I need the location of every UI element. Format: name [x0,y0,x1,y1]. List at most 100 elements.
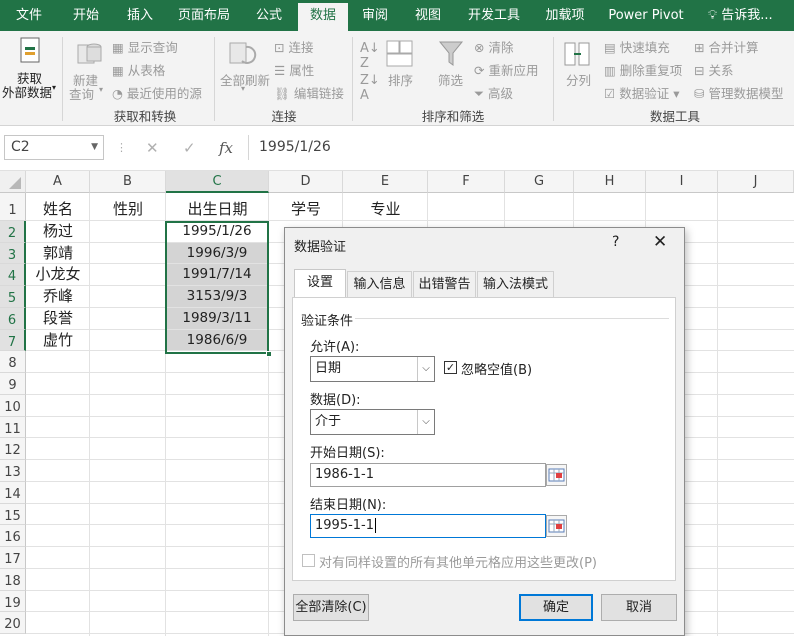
row-header[interactable]: 16 [0,525,26,547]
row-header[interactable]: 1 [0,193,26,221]
column-header[interactable]: C [166,171,269,193]
tab-power-pivot[interactable]: Power Pivot [600,0,692,31]
filter-button[interactable]: 筛选 [438,70,463,89]
edit-links-button[interactable]: ⛓ 编辑链接 [274,83,344,102]
sort-za-icon[interactable]: Z↓ A [360,73,380,103]
consolidate-button[interactable]: ⊞ 合并计算 [694,37,758,56]
manage-data-model-button[interactable]: ⛁ 管理数据模型 [694,83,783,102]
row-header[interactable]: 7 [0,329,26,352]
properties-button[interactable]: ☰ 属性 [274,60,314,79]
row-header[interactable]: 2 [0,220,26,243]
row-header[interactable]: 12 [0,438,26,460]
header-cell[interactable]: 专业 [343,196,428,224]
show-queries-button[interactable]: ▦ 显示查询 [112,37,178,56]
tab-insert[interactable]: 插入 [114,0,166,31]
range-select-icon[interactable] [546,515,567,537]
recent-sources-button[interactable]: ◔ 最近使用的源 [112,83,202,102]
tab-error-alert[interactable]: 出错警告 [413,271,476,297]
row-header[interactable]: 6 [0,307,26,330]
clear-filter-button[interactable]: ⊗ 清除 [474,37,513,56]
date-cell[interactable]: 1995/1/26 [166,220,268,242]
tab-review[interactable]: 审阅 [350,0,400,31]
row-header[interactable]: 14 [0,481,26,504]
row-header[interactable]: 9 [0,373,26,395]
help-icon[interactable]: ? [612,234,619,250]
column-header[interactable]: I [646,171,718,193]
tab-settings[interactable]: 设置 [294,269,346,298]
tab-developer[interactable]: 开发工具 [458,0,530,31]
row-header[interactable]: 3 [0,242,26,265]
header-cell[interactable]: 性别 [90,196,166,224]
advanced-filter-button[interactable]: ⏷ 高级 [474,83,513,102]
tab-file[interactable]: 文件 [0,0,58,31]
row-header[interactable]: 20 [0,612,26,634]
flash-fill-button[interactable]: ▤ 快速填充 [604,37,670,56]
row-header[interactable]: 17 [0,547,26,569]
name-cell[interactable]: 郭靖 [26,243,90,264]
get-external-data-label-2[interactable]: 外部数据 [2,82,52,101]
ignore-blank-checkbox[interactable]: ✓ [444,361,457,374]
row-header[interactable]: 11 [0,416,26,439]
tab-page-layout[interactable]: 页面布局 [166,0,242,31]
column-header[interactable]: E [343,171,428,193]
date-cell[interactable]: 1989/3/11 [166,307,268,329]
reapply-button[interactable]: ⟳ 重新应用 [474,60,538,79]
range-select-icon[interactable] [546,464,567,486]
tab-data[interactable]: 数据 [298,3,348,31]
formula-input[interactable]: 1995/1/26 [248,135,794,160]
start-date-input[interactable]: 1986-1-1 [310,463,546,487]
column-header[interactable]: G [505,171,574,193]
column-header[interactable]: A [26,171,90,193]
data-operator-select[interactable]: 介于 ⌵ [310,409,435,435]
row-header[interactable]: 19 [0,590,26,613]
tab-input-message[interactable]: 输入信息 [347,271,412,297]
end-date-input[interactable]: 1995-1-1 [310,514,546,538]
column-header[interactable]: D [269,171,343,193]
ok-button[interactable]: 确定 [519,594,593,621]
tab-formulas[interactable]: 公式 [242,0,296,31]
tab-view[interactable]: 视图 [402,0,454,31]
name-box[interactable]: C2 ▼ [4,135,104,160]
column-header[interactable]: J [718,171,794,193]
chevron-down-icon[interactable]: ▼ [91,136,98,159]
header-cell[interactable]: 学号 [269,196,343,224]
name-cell[interactable]: 虚竹 [26,330,90,351]
row-header[interactable]: 4 [0,264,26,286]
date-cell[interactable]: 1996/3/9 [166,242,268,264]
select-all-corner[interactable] [0,171,26,193]
header-cell[interactable]: 姓名 [26,196,90,224]
tell-me-box[interactable]: 💡︎ 告诉我... [708,0,773,31]
sort-button[interactable]: 排序 [388,70,413,89]
column-header[interactable]: B [90,171,166,193]
remove-duplicates-button[interactable]: ▥ 删除重复项 [604,60,682,79]
row-header[interactable]: 8 [0,351,26,373]
header-cell[interactable]: 出生日期 [166,196,269,224]
insert-function-icon[interactable]: fx [219,139,233,157]
cancel-icon[interactable]: ✕ [146,139,159,157]
new-query-label-2[interactable]: 查询 [69,84,94,103]
clear-all-button[interactable]: 全部清除(C) [293,594,369,621]
data-validation-button[interactable]: ☑ 数据验证 ▾ [604,83,679,102]
name-cell[interactable]: 小龙女 [26,264,90,285]
row-header[interactable]: 13 [0,460,26,482]
from-table-button[interactable]: ▦ 从表格 [112,60,165,79]
tab-addins[interactable]: 加载项 [534,0,596,31]
fill-handle[interactable] [266,351,272,357]
date-cell[interactable]: 1991/7/14 [166,264,268,285]
name-cell[interactable]: 杨过 [26,221,90,242]
apply-all-checkbox[interactable] [302,554,315,567]
row-header[interactable]: 10 [0,394,26,417]
relationships-button[interactable]: ⊟ 关系 [694,60,733,79]
connections-button[interactable]: ⊡ 连接 [274,37,313,56]
column-header[interactable]: H [574,171,646,193]
column-header[interactable]: F [428,171,505,193]
tab-home[interactable]: 开始 [58,0,114,31]
date-cell[interactable]: 1986/6/9 [166,329,268,351]
close-icon[interactable]: ✕ [653,232,667,252]
name-cell[interactable]: 段誉 [26,308,90,329]
allow-select[interactable]: 日期 ⌵ [310,356,435,382]
row-header[interactable]: 15 [0,503,26,526]
name-cell[interactable]: 乔峰 [26,286,90,307]
cancel-button[interactable]: 取消 [601,594,677,621]
sort-az-icon[interactable]: A↓ Z [360,41,380,71]
